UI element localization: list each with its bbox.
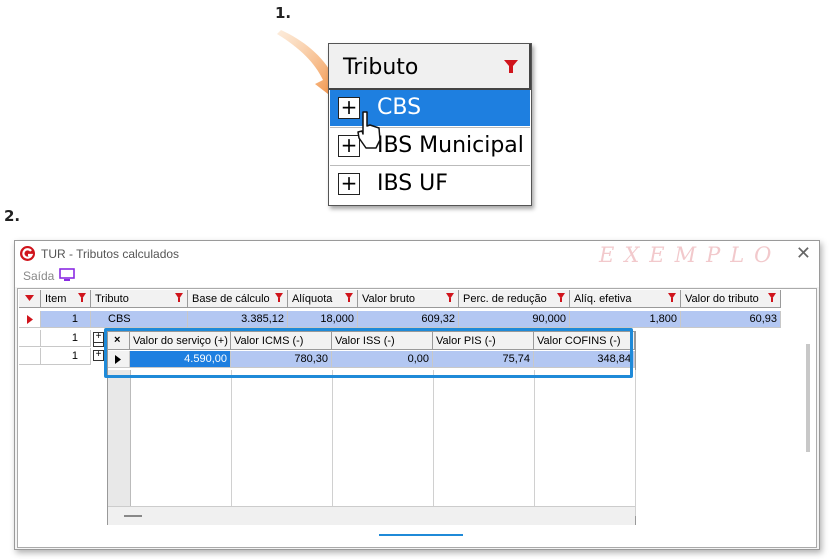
- filter-icon[interactable]: [275, 293, 283, 302]
- column-divider: [635, 370, 636, 516]
- cell-base[interactable]: 3.385,12: [188, 311, 288, 328]
- zoom-row-ibs-uf[interactable]: + IBS UF: [330, 165, 530, 202]
- column-header-valor-bruto[interactable]: Valor bruto: [358, 290, 459, 308]
- column-divider: [433, 370, 434, 516]
- filter-icon[interactable]: [768, 293, 776, 302]
- title-bar: TUR - Tributos calculados EXEMPLO ✕: [15, 241, 819, 267]
- monitor-icon[interactable]: [59, 268, 75, 282]
- tributo-header-label: Tributo: [343, 55, 419, 80]
- tributos-window: TUR - Tributos calculados EXEMPLO ✕ Saíd…: [14, 240, 820, 550]
- expand-icon[interactable]: +: [93, 332, 104, 343]
- expand-icon[interactable]: +: [338, 173, 360, 195]
- filter-icon[interactable]: [78, 293, 86, 302]
- horizontal-scrollbar[interactable]: [108, 506, 635, 525]
- app-logo-icon: [20, 246, 35, 261]
- expand-icon[interactable]: +: [93, 350, 104, 361]
- column-label: Valor do tributo: [685, 293, 759, 305]
- cell-item[interactable]: 1: [41, 311, 91, 328]
- hand-cursor-icon: [357, 111, 381, 149]
- chevron-down-icon: [25, 295, 34, 301]
- cell-aliquota[interactable]: 18,000: [288, 311, 358, 328]
- cell-reducao[interactable]: 90,000: [459, 311, 570, 328]
- close-icon[interactable]: ✕: [796, 243, 811, 264]
- cell-tributo[interactable]: CBS: [91, 311, 188, 328]
- row-indicator: [19, 330, 41, 347]
- column-header-valor-tributo[interactable]: Valor do tributo: [681, 290, 781, 308]
- column-label: Base de cálculo: [192, 293, 270, 305]
- column-label: Item: [45, 293, 67, 305]
- column-label: Alíquota: [292, 293, 333, 305]
- cell-aliq-efetiva[interactable]: 1,800: [570, 311, 681, 328]
- column-header-item[interactable]: Item: [41, 290, 91, 308]
- focus-underline: [379, 534, 463, 536]
- filter-icon[interactable]: [668, 293, 676, 302]
- filter-icon[interactable]: [175, 293, 183, 302]
- indicator-header[interactable]: [19, 290, 41, 308]
- column-divider: [231, 370, 232, 516]
- cell-valor-tributo[interactable]: 60,93: [681, 311, 781, 328]
- scrollbar-thumb[interactable]: [124, 515, 142, 517]
- cell-item[interactable]: 1: [41, 330, 91, 347]
- filter-icon[interactable]: [557, 293, 565, 302]
- column-header-aliquota[interactable]: Alíquota: [288, 290, 358, 308]
- column-label: Tributo: [95, 293, 129, 305]
- filter-icon[interactable]: [345, 293, 353, 302]
- column-label: Valor bruto: [362, 293, 415, 305]
- watermark: EXEMPLO: [599, 243, 782, 267]
- column-divider: [332, 370, 333, 516]
- row-indicator: [19, 311, 41, 328]
- window-title: TUR - Tributos calculados: [41, 247, 180, 261]
- filter-icon[interactable]: [504, 60, 518, 74]
- column-divider: [534, 370, 535, 516]
- vertical-scrollbar[interactable]: [806, 344, 810, 452]
- detail-indicator-column: [108, 370, 131, 506]
- column-label: Perc. de redução: [463, 293, 547, 305]
- column-header-reducao[interactable]: Perc. de redução: [459, 290, 570, 308]
- toolbar: Saída: [15, 267, 819, 287]
- column-header-base[interactable]: Base de cálculo: [188, 290, 288, 308]
- current-row-icon: [27, 315, 33, 324]
- table-row[interactable]: 1 CBS − 3.385,12 18,000 609,32 90,000 1,…: [19, 311, 781, 347]
- detail-highlight-frame: [104, 328, 633, 378]
- tributo-column-header[interactable]: Tributo: [329, 44, 531, 90]
- zoom-row-label: IBS Municipal: [377, 133, 524, 158]
- filter-icon[interactable]: [446, 293, 454, 302]
- column-label: Alíq. efetiva: [574, 293, 632, 305]
- cell-valor-bruto[interactable]: 609,32: [358, 311, 459, 328]
- step-2-label: 2.: [4, 207, 21, 225]
- column-header-tributo[interactable]: Tributo: [91, 290, 188, 308]
- zoom-row-label: IBS UF: [377, 171, 448, 196]
- column-header-aliq-efetiva[interactable]: Alíq. efetiva: [570, 290, 681, 308]
- step-1-label: 1.: [275, 4, 292, 22]
- row-indicator: [19, 348, 41, 365]
- saida-button[interactable]: Saída: [23, 269, 54, 283]
- cell-item[interactable]: 1: [41, 348, 91, 365]
